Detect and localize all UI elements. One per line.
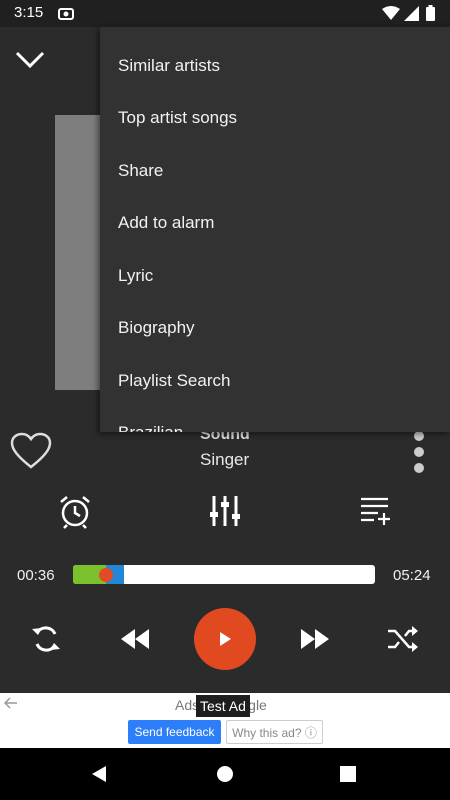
rewind-icon <box>121 629 149 649</box>
test-ad-tooltip: Test Ad <box>196 695 250 717</box>
signal-icon <box>404 6 419 26</box>
total-time: 05:24 <box>393 567 431 584</box>
fast-forward-button[interactable] <box>299 628 331 650</box>
why-this-ad-button[interactable]: Why this ad? ⓘ <box>226 720 323 744</box>
menu-item-share[interactable]: Share <box>118 161 163 181</box>
menu-item-lyric[interactable]: Lyric <box>118 266 153 286</box>
nav-back-icon[interactable] <box>90 765 108 788</box>
menu-item-add-to-alarm[interactable]: Add to alarm <box>118 213 214 233</box>
alarm-icon <box>60 496 90 529</box>
screen-record-icon <box>58 7 74 25</box>
play-button[interactable] <box>194 608 256 670</box>
favorite-button[interactable] <box>10 432 52 472</box>
system-nav-bar <box>0 748 450 800</box>
more-vert-icon <box>414 431 424 473</box>
nav-home-icon[interactable] <box>216 765 234 788</box>
wifi-icon <box>382 6 400 26</box>
alarm-button[interactable] <box>58 495 92 529</box>
playlist-add-icon <box>361 497 390 525</box>
seek-bar[interactable] <box>73 565 375 584</box>
battery-icon <box>426 5 435 26</box>
back-arrow-icon[interactable] <box>3 696 18 714</box>
repeat-icon <box>32 626 60 652</box>
menu-item-top-artist-songs[interactable]: Top artist songs <box>118 108 237 128</box>
status-time: 3:15 <box>14 4 44 21</box>
shuffle-icon <box>388 626 418 652</box>
fast-forward-icon <box>301 629 329 649</box>
seek-bar-thumb[interactable] <box>99 568 113 582</box>
repeat-button[interactable] <box>31 624 61 654</box>
equalizer-button[interactable] <box>209 494 241 528</box>
chevron-down-icon <box>15 51 45 69</box>
menu-item-brazilian[interactable]: Brazilian <box>118 423 183 432</box>
rewind-button[interactable] <box>119 628 151 650</box>
heart-icon <box>10 432 52 469</box>
menu-item-biography[interactable]: Biography <box>118 318 195 338</box>
menu-item-similar-artists[interactable]: Similar artists <box>118 56 220 76</box>
overflow-menu: Similar artists Top artist songs Share A… <box>100 27 450 432</box>
collapse-button[interactable] <box>14 48 48 74</box>
nav-recents-icon[interactable] <box>340 766 356 787</box>
status-bar: 3:15 <box>0 0 450 27</box>
song-artist: Singer <box>200 450 250 469</box>
menu-item-playlist-search[interactable]: Playlist Search <box>118 371 230 391</box>
more-options-button[interactable] <box>410 430 428 474</box>
send-feedback-button[interactable]: Send feedback <box>128 720 221 744</box>
equalizer-icon <box>210 496 240 526</box>
shuffle-button[interactable] <box>387 625 419 653</box>
add-to-playlist-button[interactable] <box>360 496 392 526</box>
play-icon <box>220 632 231 646</box>
elapsed-time: 00:36 <box>17 567 55 584</box>
